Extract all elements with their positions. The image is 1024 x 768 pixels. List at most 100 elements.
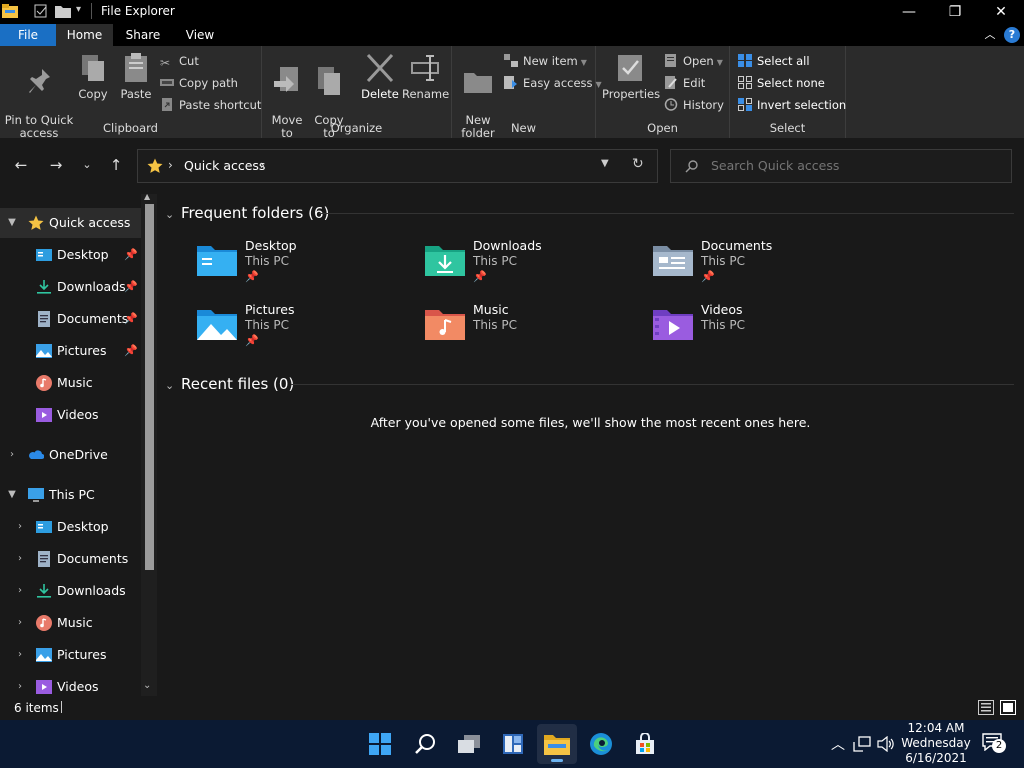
folder-tile-downloads[interactable]: Downloads This PC 📌 <box>423 238 643 298</box>
folder-tile-desktop[interactable]: Desktop This PC 📌 <box>195 238 415 298</box>
tab-share[interactable]: Share <box>113 24 173 46</box>
up-arrow-icon[interactable]: ↑ <box>104 156 128 176</box>
expand-chevron-icon[interactable]: › <box>14 608 26 638</box>
rename-button[interactable]: Rename <box>402 52 449 101</box>
close-button[interactable]: ✕ <box>978 0 1024 24</box>
open-button[interactable]: Open ▼ <box>664 51 723 71</box>
taskbar-store[interactable] <box>625 724 665 764</box>
clock[interactable]: 12:04 AM Wednesday 6/16/2021 <box>896 721 976 766</box>
nav-qa-documents[interactable]: Documents 📌 <box>0 304 141 334</box>
back-arrow-icon[interactable]: ← <box>9 156 33 176</box>
clock-time: 12:04 AM <box>907 721 965 735</box>
refresh-icon[interactable]: ↻ <box>632 156 644 172</box>
nav-pc-music[interactable]: › Music <box>0 608 141 638</box>
star-icon <box>147 158 163 173</box>
scroll-up-icon[interactable]: ▲ <box>144 194 150 201</box>
nav-this-pc[interactable]: ▼ This PC <box>0 480 141 510</box>
breadcrumb-chevron-icon[interactable]: › <box>168 158 173 172</box>
nav-qa-music[interactable]: Music <box>0 368 141 398</box>
recent-locations-chevron-icon[interactable]: ⌄ <box>75 158 99 178</box>
taskbar-file-explorer[interactable] <box>537 724 577 764</box>
task-view-button[interactable] <box>449 724 489 764</box>
select-none-button[interactable]: Select none <box>738 73 825 93</box>
copy-path-icon <box>160 79 174 86</box>
breadcrumb-expand-chevron-icon[interactable]: › <box>260 158 265 172</box>
tab-file[interactable]: File <box>0 24 56 46</box>
address-dropdown-icon[interactable]: ▼ <box>601 158 609 169</box>
recent-files-header[interactable]: ⌄ Recent files (0) <box>165 375 294 399</box>
nav-qa-videos[interactable]: Videos <box>0 400 141 430</box>
collapse-chevron-icon[interactable]: ⌄ <box>165 379 181 392</box>
details-view-icon[interactable] <box>978 700 994 715</box>
invert-selection-button[interactable]: Invert selection <box>738 95 846 115</box>
nav-pc-pictures[interactable]: › Pictures <box>0 640 141 670</box>
expand-chevron-icon[interactable]: › <box>14 576 26 606</box>
nav-pc-desktop[interactable]: › Desktop <box>0 512 141 542</box>
nav-pane-scrollbar[interactable]: ▲ ⌄ <box>141 194 157 696</box>
tab-home[interactable]: Home <box>56 24 113 46</box>
delete-button[interactable]: Delete <box>360 52 400 101</box>
volume-icon[interactable] <box>877 736 895 752</box>
expand-chevron-icon[interactable]: ▼ <box>6 208 18 238</box>
nav-quick-access[interactable]: ▼ Quick access <box>0 208 141 238</box>
show-hidden-icons-chevron-icon[interactable]: ︿ <box>831 734 845 754</box>
folder-tile-pictures[interactable]: Pictures This PC 📌 <box>195 302 415 362</box>
star-icon <box>28 215 44 230</box>
edge-icon <box>590 733 612 755</box>
maximize-button[interactable]: ❐ <box>932 0 978 24</box>
folder-tile-documents[interactable]: Documents This PC 📌 <box>651 238 871 298</box>
copy-button[interactable]: Copy <box>76 52 110 101</box>
frequent-folders-header[interactable]: ⌄ Frequent folders (6) <box>165 204 329 228</box>
nav-qa-downloads[interactable]: Downloads 📌 <box>0 272 141 302</box>
quick-access-toolbar-dropdown-icon[interactable]: ▾ <box>76 4 81 15</box>
breadcrumb-quick-access[interactable]: Quick access <box>184 158 265 173</box>
taskbar-search-button[interactable] <box>405 724 445 764</box>
folder-tile-videos[interactable]: Videos This PC <box>651 302 871 362</box>
expand-chevron-icon[interactable]: › <box>14 544 26 574</box>
nav-pc-downloads[interactable]: › Downloads <box>0 576 141 606</box>
documents-folder-icon <box>653 246 693 276</box>
scrollbar-thumb[interactable] <box>145 204 154 570</box>
address-bar[interactable]: › Quick access › ▼ ↻ <box>137 149 658 183</box>
folder-name: Downloads <box>473 238 542 253</box>
cut-button[interactable]: ✂ Cut <box>160 51 199 71</box>
search-box[interactable] <box>670 149 1012 183</box>
network-icon[interactable] <box>853 736 871 752</box>
easy-access-button[interactable]: Easy access ▼ <box>504 73 602 93</box>
properties-button[interactable]: Properties <box>602 52 660 101</box>
expand-chevron-icon[interactable]: › <box>14 640 26 670</box>
minimize-button[interactable]: — <box>886 0 932 24</box>
folder-tile-music[interactable]: Music This PC <box>423 302 643 362</box>
collapse-chevron-icon[interactable]: ⌄ <box>165 208 181 221</box>
collapse-ribbon-icon[interactable]: ︿ <box>980 26 1000 44</box>
select-all-button[interactable]: Select all <box>738 51 810 71</box>
widgets-button[interactable] <box>493 724 533 764</box>
new-folder-quick-icon[interactable] <box>55 4 71 18</box>
expand-chevron-icon[interactable]: › <box>14 672 26 696</box>
taskbar-edge[interactable] <box>581 724 621 764</box>
expand-chevron-icon[interactable]: › <box>6 440 18 470</box>
paste-shortcut-button[interactable]: Paste shortcut <box>160 95 261 115</box>
properties-quick-icon[interactable] <box>34 4 50 18</box>
tab-view[interactable]: View <box>173 24 227 46</box>
nav-qa-pictures[interactable]: Pictures 📌 <box>0 336 141 366</box>
help-icon[interactable]: ? <box>1004 27 1020 43</box>
notifications-button[interactable]: 2 <box>982 733 1006 755</box>
large-icons-view-icon[interactable] <box>1000 700 1016 715</box>
paste-button[interactable]: Paste <box>116 52 156 101</box>
nav-qa-desktop[interactable]: Desktop 📌 <box>0 240 141 270</box>
forward-arrow-icon[interactable]: → <box>44 156 68 176</box>
start-button[interactable] <box>360 724 400 764</box>
start-icon <box>369 733 391 755</box>
scroll-down-icon[interactable]: ⌄ <box>143 680 151 691</box>
nav-pc-documents[interactable]: › Documents <box>0 544 141 574</box>
nav-pc-videos[interactable]: › Videos <box>0 672 141 696</box>
history-button[interactable]: History <box>664 95 724 115</box>
edit-button[interactable]: Edit <box>664 73 705 93</box>
nav-onedrive[interactable]: › OneDrive <box>0 440 141 470</box>
search-input[interactable] <box>711 158 1001 173</box>
copy-path-button[interactable]: Copy path <box>160 73 238 93</box>
expand-chevron-icon[interactable]: ▼ <box>6 480 18 510</box>
expand-chevron-icon[interactable]: › <box>14 512 26 542</box>
new-item-button[interactable]: New item ▼ <box>504 51 587 71</box>
